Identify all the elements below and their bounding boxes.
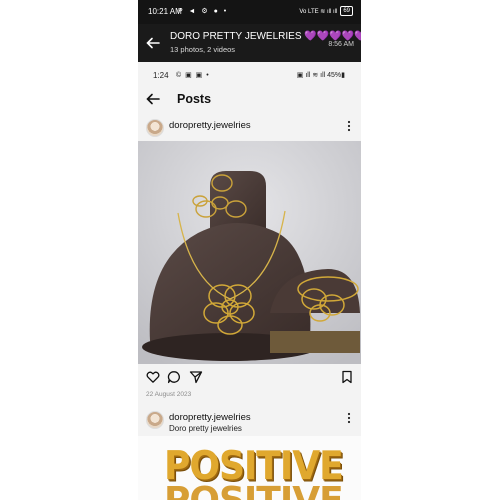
avatar[interactable] bbox=[146, 119, 164, 137]
notification-icons: P ◄ ⚙ ● • bbox=[178, 8, 229, 15]
signal-icons: Vo LTE ≋ ıll ıll bbox=[299, 8, 338, 15]
message-timestamp: 8:56 AM bbox=[328, 41, 354, 48]
post-image-text-reflection: POSITIVE bbox=[164, 480, 344, 500]
heart-icon[interactable] bbox=[146, 370, 160, 384]
inner-status-bar: 1:24 © ▣ ▣ • ▣ ıll ≋ ıll 45%▮ bbox=[138, 66, 361, 86]
avatar[interactable] bbox=[146, 411, 164, 429]
page-title: Posts bbox=[177, 92, 212, 106]
inner-status-time: 1:24 bbox=[153, 71, 169, 80]
more-options-icon[interactable] bbox=[347, 120, 351, 132]
post-header: doropretty.jewelries bbox=[138, 116, 361, 140]
post-photo[interactable] bbox=[138, 141, 361, 364]
bookmark-icon[interactable] bbox=[340, 370, 354, 384]
phone-screen: 10:21 AM P ◄ ⚙ ● • Vo LTE ≋ ıll ıll 69 D… bbox=[138, 0, 361, 500]
more-options-icon[interactable] bbox=[347, 412, 351, 424]
back-arrow-icon[interactable] bbox=[146, 36, 160, 50]
system-icons: Vo LTE ≋ ıll ıll 69 bbox=[299, 6, 353, 16]
jewelry-photo bbox=[138, 141, 361, 364]
battery-icon: 69 bbox=[340, 6, 353, 16]
post-photo[interactable]: POSITIVE POSITIVE bbox=[138, 436, 361, 500]
media-count: 13 photos, 2 videos bbox=[170, 45, 236, 54]
share-icon[interactable] bbox=[189, 370, 203, 384]
post-username[interactable]: doropretty.jewelries bbox=[169, 120, 251, 131]
inner-system-icons: ▣ ıll ≋ ıll 45%▮ bbox=[296, 72, 345, 79]
status-bar: 10:21 AM P ◄ ⚙ ● • Vo LTE ≋ ıll ıll 69 bbox=[138, 0, 361, 24]
comment-icon[interactable] bbox=[167, 370, 181, 384]
post-caption: Doro pretty jewelries bbox=[169, 424, 242, 433]
posts-back-icon[interactable] bbox=[146, 92, 160, 106]
inner-notification-icons: © ▣ ▣ • bbox=[176, 72, 210, 79]
media-viewer-header: DORO PRETTY JEWELRIES 💜💜💜💜💜 13 photos, 2… bbox=[138, 24, 361, 62]
post-header: doropretty.jewelries Doro pretty jewelri… bbox=[138, 408, 361, 433]
post-date: 22 August 2023 bbox=[146, 391, 192, 398]
status-time: 10:21 AM bbox=[148, 7, 182, 16]
post-username[interactable]: doropretty.jewelries bbox=[169, 412, 251, 423]
posts-header: Posts bbox=[138, 86, 361, 114]
post-actions bbox=[138, 366, 361, 388]
